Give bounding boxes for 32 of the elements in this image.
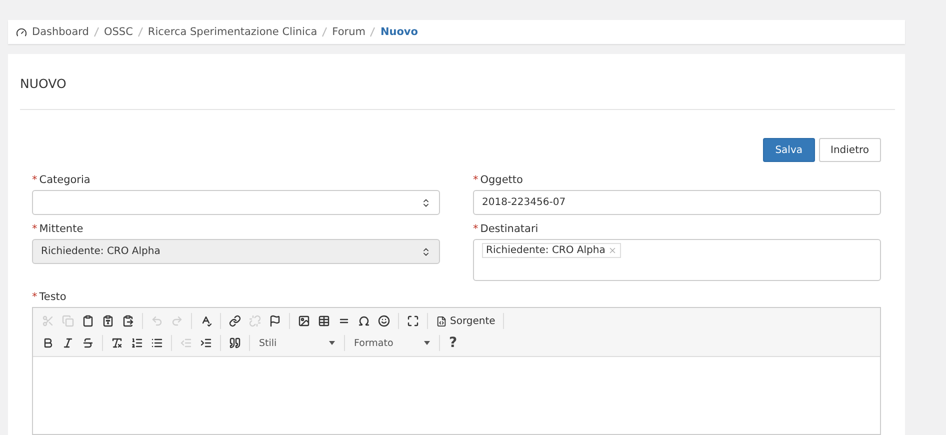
text-editor[interactable]: Sorgente Stili Formato ? <box>32 307 881 435</box>
select-field[interactable] <box>32 190 440 215</box>
breadcrumb-link[interactable]: Dashboard <box>32 26 89 38</box>
field-label: * Mittente <box>32 223 84 235</box>
breadcrumb-link[interactable]: Ricerca Sperimentazione Clinica <box>148 26 318 38</box>
field-label: * Oggetto <box>473 174 524 186</box>
save-button[interactable]: Salva <box>763 138 814 162</box>
slash-icon <box>94 27 99 37</box>
slash-icon <box>322 27 328 37</box>
document-icon <box>436 316 447 326</box>
tags-field[interactable]: Richiedente: CRO Alpha <box>473 239 881 281</box>
breadcrumb-link[interactable]: OSSC <box>104 26 133 38</box>
field-label: * Testo <box>32 291 68 303</box>
source-button[interactable]: Sorgente <box>433 312 498 330</box>
recipient-tag[interactable]: Richiedente: CRO Alpha <box>482 243 622 258</box>
up-down-arrows-icon <box>421 246 431 256</box>
slash-icon <box>370 27 376 37</box>
style-dropdown[interactable]: Formato <box>350 334 434 352</box>
breadcrumb-link[interactable]: Nuovo <box>380 26 418 38</box>
style-dropdown[interactable]: Stili <box>255 334 339 352</box>
help-button[interactable]: ? <box>445 335 462 351</box>
back-button[interactable]: Indietro <box>818 138 881 162</box>
dashboard-icon <box>16 26 27 38</box>
field-label: * Destinatari <box>473 223 540 235</box>
input-field[interactable]: 2018-223456-07 <box>473 190 881 215</box>
caret-icon <box>329 341 335 345</box>
up-down-arrows-icon <box>421 198 431 208</box>
caret-icon <box>424 341 430 345</box>
page-title: NUOVO <box>20 54 895 110</box>
breadcrumb-link[interactable]: Forum <box>332 26 366 38</box>
field-label: * Categoria <box>32 174 92 186</box>
slash-icon <box>138 27 143 37</box>
